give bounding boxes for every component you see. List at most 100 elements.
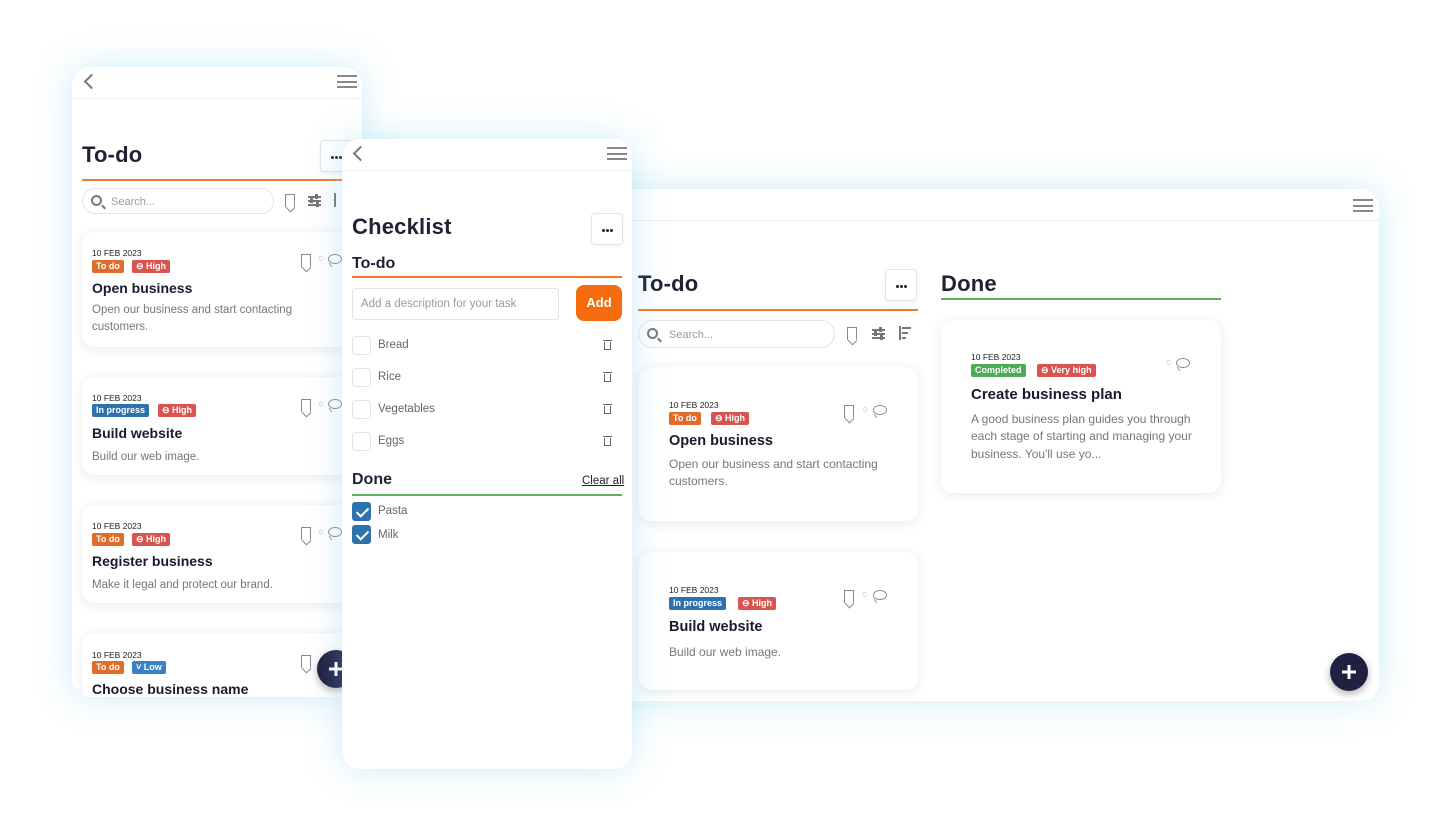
search-icon bbox=[647, 328, 658, 339]
add-task-button[interactable] bbox=[1330, 653, 1368, 691]
checklist-item-label: Eggs bbox=[378, 435, 405, 447]
task-card[interactable]: 10 FEB 2023 Completed ⊖ Very high 0 Crea… bbox=[941, 320, 1221, 493]
bookmark-icon[interactable] bbox=[844, 590, 854, 603]
task-desc: Open our business and start contacting c… bbox=[92, 304, 293, 333]
divider bbox=[82, 179, 352, 181]
task-title: Open business bbox=[92, 280, 193, 296]
trash-icon[interactable] bbox=[603, 436, 612, 446]
bookmark-icon[interactable] bbox=[301, 527, 311, 540]
check-icon[interactable] bbox=[352, 525, 371, 544]
task-title: Create business plan bbox=[971, 386, 1122, 403]
task-card[interactable]: 10 FEB 2023 To do ⊖ High 0 Register busi… bbox=[82, 505, 362, 603]
comment-icon[interactable] bbox=[1176, 358, 1190, 368]
priority-label: High bbox=[752, 598, 773, 608]
bookmark-icon[interactable] bbox=[844, 405, 854, 418]
comment-icon[interactable] bbox=[328, 399, 342, 409]
todo-list-window: To-do Search... 10 FEB 2023 To do ⊖ High… bbox=[72, 67, 362, 697]
task-card[interactable]: 10 FEB 2023 To do ⊖ High 0 Open business… bbox=[82, 232, 362, 347]
menu-icon[interactable] bbox=[607, 147, 627, 160]
sort-icon[interactable] bbox=[898, 326, 912, 340]
priority-badge: ⊖ High bbox=[132, 533, 171, 546]
task-date: 10 FEB 2023 bbox=[92, 650, 142, 660]
divider bbox=[941, 298, 1221, 300]
more-icon[interactable] bbox=[591, 213, 623, 245]
divider bbox=[638, 309, 918, 311]
task-date: 10 FEB 2023 bbox=[971, 352, 1021, 362]
checklist-item-label: Rice bbox=[378, 371, 402, 383]
priority-badge: ⊖ Very high bbox=[1037, 364, 1096, 377]
task-title: Register business bbox=[92, 553, 213, 569]
menu-icon[interactable] bbox=[1353, 199, 1373, 212]
task-desc: Open our business and start contacting c… bbox=[669, 457, 878, 489]
task-date: 10 FEB 2023 bbox=[669, 585, 719, 595]
task-desc: Build our web image. bbox=[669, 645, 782, 659]
task-card[interactable]: 10 FEB 2023 In progress ⊖ High 0 Build w… bbox=[639, 552, 918, 690]
add-button[interactable]: Add bbox=[576, 285, 622, 321]
comment-count: 0 bbox=[319, 401, 323, 408]
titlebar bbox=[590, 189, 1379, 221]
priority-badge: ˅ Low bbox=[132, 661, 166, 674]
status-badge: In progress bbox=[92, 404, 150, 417]
checkbox[interactable] bbox=[352, 368, 371, 387]
priority-label: Low bbox=[143, 662, 162, 672]
search-placeholder: Search... bbox=[669, 329, 714, 341]
bookmark-icon[interactable] bbox=[847, 327, 857, 340]
filter-icon[interactable] bbox=[872, 327, 885, 340]
comment-icon[interactable] bbox=[873, 590, 887, 600]
checkbox[interactable] bbox=[352, 400, 371, 419]
check-icon[interactable] bbox=[352, 502, 371, 521]
checklist-item-label: Pasta bbox=[378, 505, 408, 517]
comment-count: 0 bbox=[319, 256, 323, 263]
search-input[interactable]: Search... bbox=[638, 320, 835, 348]
menu-icon[interactable] bbox=[337, 75, 357, 88]
board-window: To-do Search... 10 FEB 2023 To do ⊖ High… bbox=[590, 189, 1379, 701]
trash-icon[interactable] bbox=[603, 372, 612, 382]
task-title: Build website bbox=[92, 425, 183, 441]
search-input[interactable]: Search... bbox=[82, 188, 274, 214]
back-icon[interactable] bbox=[352, 145, 369, 162]
bookmark-icon[interactable] bbox=[301, 399, 311, 412]
priority-badge: ⊖ High bbox=[711, 412, 750, 425]
checkbox[interactable] bbox=[352, 336, 371, 355]
more-icon[interactable] bbox=[885, 269, 917, 301]
todo-column-title: To-do bbox=[638, 271, 699, 296]
back-icon[interactable] bbox=[83, 73, 100, 90]
comment-icon[interactable] bbox=[328, 254, 342, 264]
status-badge: To do bbox=[669, 412, 701, 425]
trash-icon[interactable] bbox=[603, 340, 612, 350]
priority-badge: ⊖ High bbox=[132, 260, 171, 273]
priority-label: High bbox=[172, 405, 193, 415]
titlebar bbox=[72, 67, 362, 99]
checkbox[interactable] bbox=[352, 432, 371, 451]
clear-all-link[interactable]: Clear all bbox=[582, 475, 624, 487]
comment-icon[interactable] bbox=[873, 405, 887, 415]
checklist-window: Checklist To-do Add a description for yo… bbox=[342, 139, 632, 769]
comment-icon[interactable] bbox=[328, 527, 342, 537]
task-title: Build website bbox=[669, 619, 763, 635]
page-title: Checklist bbox=[352, 214, 452, 239]
status-badge: To do bbox=[92, 260, 124, 273]
bookmark-icon[interactable] bbox=[301, 254, 311, 267]
done-column-title: Done bbox=[941, 271, 997, 296]
task-date: 10 FEB 2023 bbox=[92, 248, 142, 258]
task-title: Open business bbox=[669, 433, 773, 449]
divider bbox=[352, 494, 622, 496]
checklist-item-label: Bread bbox=[378, 339, 409, 351]
comment-count: 0 bbox=[863, 592, 867, 599]
page-title: To-do bbox=[82, 142, 143, 167]
comment-count: 0 bbox=[319, 529, 323, 536]
status-badge: To do bbox=[92, 533, 124, 546]
task-card[interactable]: 10 FEB 2023 In progress ⊖ High 0 Build w… bbox=[82, 377, 362, 475]
filter-icon[interactable] bbox=[308, 194, 321, 207]
bookmark-icon[interactable] bbox=[301, 655, 311, 668]
trash-icon[interactable] bbox=[603, 404, 612, 414]
bookmark-icon[interactable] bbox=[285, 194, 295, 207]
titlebar bbox=[342, 139, 632, 171]
search-icon bbox=[91, 195, 102, 206]
task-date: 10 FEB 2023 bbox=[92, 521, 142, 531]
comment-count: 0 bbox=[1167, 360, 1171, 367]
task-card[interactable]: 10 FEB 2023 To do ⊖ High 0 Open business… bbox=[639, 367, 918, 521]
task-description-input[interactable]: Add a description for your task bbox=[352, 288, 559, 320]
priority-label: High bbox=[725, 413, 746, 423]
divider bbox=[352, 276, 622, 278]
